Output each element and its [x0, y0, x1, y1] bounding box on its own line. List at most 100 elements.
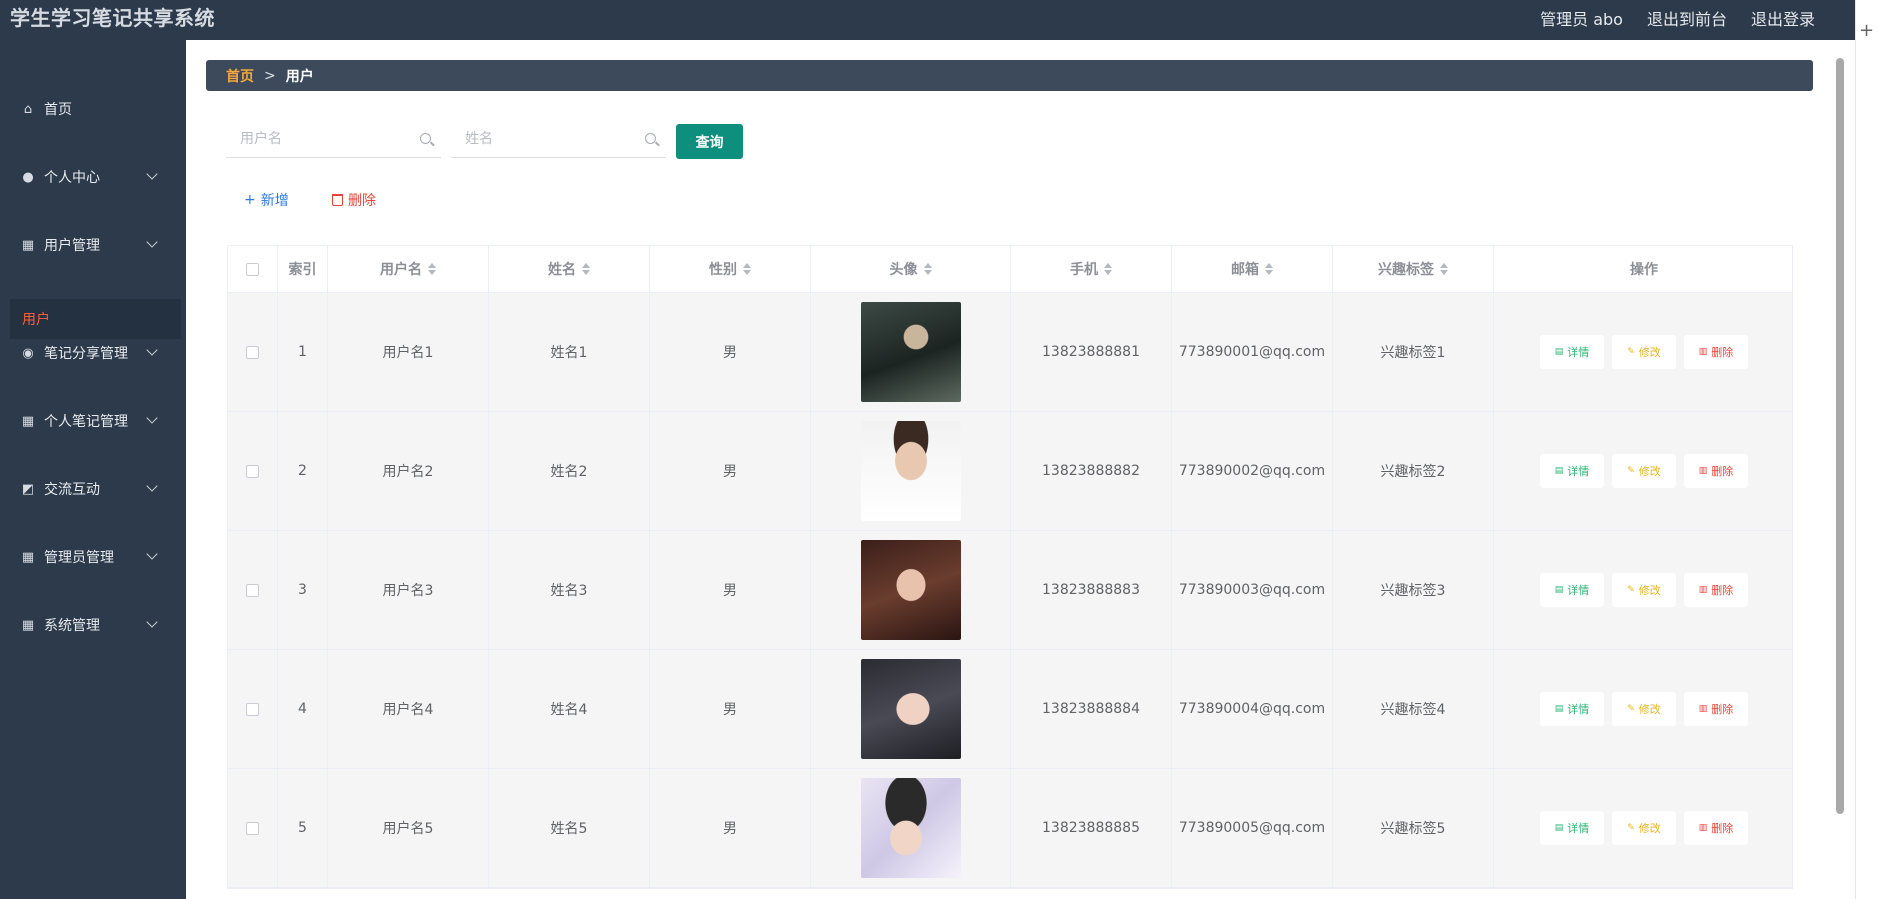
chevron-down-icon	[146, 412, 158, 424]
row-sex: 男	[650, 531, 811, 649]
row-checkbox[interactable]	[246, 583, 259, 597]
avatar[interactable]	[860, 421, 961, 521]
sidebar-item-personal-center[interactable]: ● 个人中心	[0, 157, 186, 197]
logout-link[interactable]: 退出登录	[1751, 6, 1815, 30]
row-username: 用户名1	[328, 293, 489, 411]
chevron-down-icon	[146, 616, 158, 628]
sort-icon[interactable]	[582, 263, 590, 275]
sidebar-item-system-management[interactable]: ▦ 系统管理	[0, 605, 186, 645]
row-checkbox[interactable]	[246, 464, 259, 478]
select-all-checkbox[interactable]	[246, 262, 259, 276]
avatar[interactable]	[860, 302, 961, 402]
row-username: 用户名3	[328, 531, 489, 649]
home-icon: ⌂	[23, 101, 33, 117]
sidebar-item-interaction[interactable]: ◩ 交流互动	[0, 469, 186, 509]
table-row: 1 用户名1 姓名1 男 13823888881 773890001@qq.co…	[228, 293, 1792, 412]
avatar[interactable]	[860, 778, 961, 878]
detail-button[interactable]: ▤ 详情	[1540, 811, 1604, 845]
delete-button[interactable]: ▥ 删除	[1684, 454, 1748, 488]
delete-button[interactable]: ▥ 删除	[1684, 692, 1748, 726]
header-avatar[interactable]: 头像	[811, 246, 1011, 292]
current-user-label: 管理员 abo	[1540, 10, 1623, 29]
sort-icon[interactable]	[1440, 263, 1448, 275]
edit-button[interactable]: ✎ 修改	[1612, 454, 1676, 488]
breadcrumb-home-link[interactable]: 首页	[226, 66, 254, 86]
add-button[interactable]: + 新增	[244, 190, 289, 210]
sidebar-item-label: 系统管理	[44, 618, 100, 634]
batch-delete-label: 删除	[348, 193, 376, 209]
header-name[interactable]: 姓名	[489, 246, 650, 292]
row-avatar-cell	[811, 769, 1011, 887]
sort-icon[interactable]	[743, 263, 751, 275]
breadcrumb: 首页 > 用户	[206, 60, 1813, 91]
row-sex: 男	[650, 293, 811, 411]
row-interest-tag: 兴趣标签4	[1333, 650, 1494, 768]
sidebar-item-label: 交流互动	[44, 482, 100, 498]
sort-icon[interactable]	[428, 263, 436, 275]
header-checkbox-cell	[228, 246, 278, 292]
row-avatar-cell	[811, 531, 1011, 649]
edit-button[interactable]: ✎ 修改	[1612, 335, 1676, 369]
delete-button[interactable]: ▥ 删除	[1684, 811, 1748, 845]
sort-icon[interactable]	[923, 263, 932, 275]
row-name: 姓名4	[489, 650, 650, 768]
name-search-input[interactable]	[451, 122, 666, 156]
sidebar-item-note-share-management[interactable]: ◉ 笔记分享管理	[0, 333, 186, 373]
table-row: 5 用户名5 姓名5 男 13823888885 773890005@qq.co…	[228, 769, 1792, 888]
header-sex[interactable]: 性别	[650, 246, 811, 292]
plus-icon[interactable]: +	[1859, 20, 1874, 41]
edit-button[interactable]: ✎ 修改	[1612, 573, 1676, 607]
header-username[interactable]: 用户名	[328, 246, 489, 292]
row-checkbox[interactable]	[246, 702, 259, 716]
row-checkbox[interactable]	[246, 345, 259, 359]
edit-button[interactable]: ✎ 修改	[1612, 692, 1676, 726]
delete-button[interactable]: ▥ 删除	[1684, 573, 1748, 607]
sidebar-item-personal-notes-management[interactable]: ▦ 个人笔记管理	[0, 401, 186, 441]
sidebar-item-admin-management[interactable]: ▦ 管理员管理	[0, 537, 186, 577]
row-checkbox-cell	[228, 531, 278, 649]
vertical-scrollbar[interactable]	[1836, 58, 1844, 814]
row-username: 用户名2	[328, 412, 489, 530]
grid-icon: ▦	[21, 237, 35, 253]
sort-icon[interactable]	[1265, 263, 1273, 275]
row-interest-tag: 兴趣标签2	[1333, 412, 1494, 530]
row-name: 姓名2	[489, 412, 650, 530]
breadcrumb-separator: >	[264, 67, 276, 84]
row-email: 773890002@qq.com	[1172, 412, 1333, 530]
exit-to-front-link[interactable]: 退出到前台	[1647, 6, 1727, 30]
sidebar-item-home[interactable]: ⌂ 首页	[0, 89, 186, 129]
detail-button[interactable]: ▤ 详情	[1540, 692, 1604, 726]
row-index: 4	[278, 650, 328, 768]
detail-button[interactable]: ▤ 详情	[1540, 335, 1604, 369]
header-email[interactable]: 邮箱	[1172, 246, 1333, 292]
sidebar-item-user-management[interactable]: ▦ 用户管理	[0, 225, 186, 265]
row-operations: ▤ 详情 ✎ 修改 ▥ 删除	[1494, 769, 1794, 887]
row-sex: 男	[650, 650, 811, 768]
document-icon: ▤	[1554, 585, 1564, 595]
batch-delete-button[interactable]: 删除	[332, 190, 376, 210]
username-search-input[interactable]	[226, 122, 441, 156]
row-email: 773890004@qq.com	[1172, 650, 1333, 768]
avatar[interactable]	[860, 540, 961, 640]
row-interest-tag: 兴趣标签3	[1333, 531, 1494, 649]
edit-button[interactable]: ✎ 修改	[1612, 811, 1676, 845]
query-button[interactable]: 查询	[676, 124, 743, 159]
table-row: 2 用户名2 姓名2 男 13823888882 773890002@qq.co…	[228, 412, 1792, 531]
header-phone[interactable]: 手机	[1011, 246, 1172, 292]
search-icon	[645, 133, 656, 144]
row-avatar-cell	[811, 293, 1011, 411]
delete-button[interactable]: ▥ 删除	[1684, 335, 1748, 369]
detail-button[interactable]: ▤ 详情	[1540, 573, 1604, 607]
trash-icon: ▥	[1698, 704, 1708, 714]
sort-icon[interactable]	[1104, 263, 1112, 275]
detail-button[interactable]: ▤ 详情	[1540, 454, 1604, 488]
header-interest-tag[interactable]: 兴趣标签	[1333, 246, 1494, 292]
row-phone: 13823888883	[1011, 531, 1172, 649]
row-checkbox[interactable]	[246, 821, 259, 835]
sidebar: ⌂ 首页 ● 个人中心 ▦ 用户管理 用户 ◉ 笔记分享管理 ▦ 个人笔记管理 …	[0, 40, 186, 899]
row-checkbox-cell	[228, 650, 278, 768]
sidebar-item-label: 用户管理	[44, 238, 100, 254]
grid-icon: ▦	[21, 413, 35, 429]
table-header: 索引 用户名 姓名 性别 头像 手机 邮箱 兴趣标签 操作	[228, 246, 1792, 293]
avatar[interactable]	[860, 659, 961, 759]
